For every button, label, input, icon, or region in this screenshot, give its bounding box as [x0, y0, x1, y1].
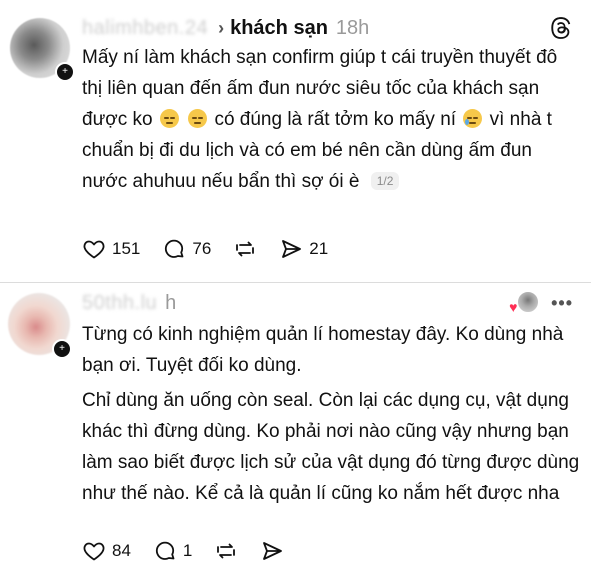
chevron-right-icon: ›	[218, 17, 225, 38]
post-body: Mấy ní làm khách sạn confirm giúp t cái …	[82, 42, 582, 197]
comment-bubble-icon	[155, 541, 175, 560]
reply-paragraph: Chỉ dùng ăn uống còn seal. Còn lại các d…	[82, 390, 580, 504]
thread-post-original: + halimhben.24 › khách sạn 18h Mấy ní là…	[0, 0, 591, 283]
share-count: 21	[309, 239, 329, 258]
crying-face-emoji	[463, 109, 483, 128]
username[interactable]: 50thh.lu	[82, 292, 157, 315]
heart-icon	[83, 542, 105, 561]
reply-header-actions: ♥ •••	[509, 291, 573, 315]
author-avatar	[517, 291, 540, 313]
repost-icon	[217, 543, 236, 559]
send-icon	[282, 240, 302, 258]
share-button[interactable]	[260, 539, 284, 563]
like-count: 151	[112, 239, 141, 258]
comment-count: 76	[192, 239, 212, 258]
topic-tag[interactable]: khách sạn	[230, 17, 328, 40]
comment-button[interactable]: 76	[162, 237, 211, 261]
author-liked-indicator: ♥	[509, 291, 540, 315]
like-count: 84	[112, 541, 131, 560]
post-text: có đúng là rất tởm ko mấy ní	[214, 109, 457, 130]
action-bar: 84 1	[82, 537, 306, 565]
threads-logo-icon[interactable]	[549, 16, 573, 40]
timestamp: h	[165, 291, 177, 314]
post-header: 50thh.lu h	[82, 289, 176, 317]
pensive-face-emoji	[188, 109, 208, 128]
heart-icon	[83, 240, 105, 259]
more-options-icon[interactable]: •••	[551, 293, 573, 314]
add-follow-icon[interactable]: +	[52, 339, 72, 359]
thread-reply: + 50thh.lu h ♥ ••• Từng có kinh nghiệm q…	[0, 283, 591, 588]
image-page-badge: 1/2	[370, 172, 400, 190]
reply-paragraph: Từng có kinh nghiệm quản lí homestay đây…	[82, 324, 564, 376]
post-header: halimhben.24 › khách sạn 18h	[82, 14, 369, 42]
username[interactable]: halimhben.24	[82, 17, 208, 40]
reply-body: Từng có kinh nghiệm quản lí homestay đây…	[82, 319, 582, 509]
action-bar: 151 76 21	[82, 235, 350, 263]
repost-button[interactable]	[233, 237, 257, 261]
repost-button[interactable]	[214, 539, 238, 563]
send-icon	[263, 542, 283, 560]
timestamp: 18h	[335, 16, 370, 39]
comment-count: 1	[182, 541, 193, 560]
like-button[interactable]: 84	[82, 539, 131, 563]
repost-icon	[236, 241, 255, 257]
add-follow-icon[interactable]: +	[55, 62, 75, 82]
share-button[interactable]: 21	[279, 237, 328, 261]
comment-bubble-icon	[165, 239, 184, 258]
comment-button[interactable]: 1	[153, 539, 192, 563]
pensive-face-emoji	[159, 109, 179, 128]
like-button[interactable]: 151	[82, 237, 140, 261]
